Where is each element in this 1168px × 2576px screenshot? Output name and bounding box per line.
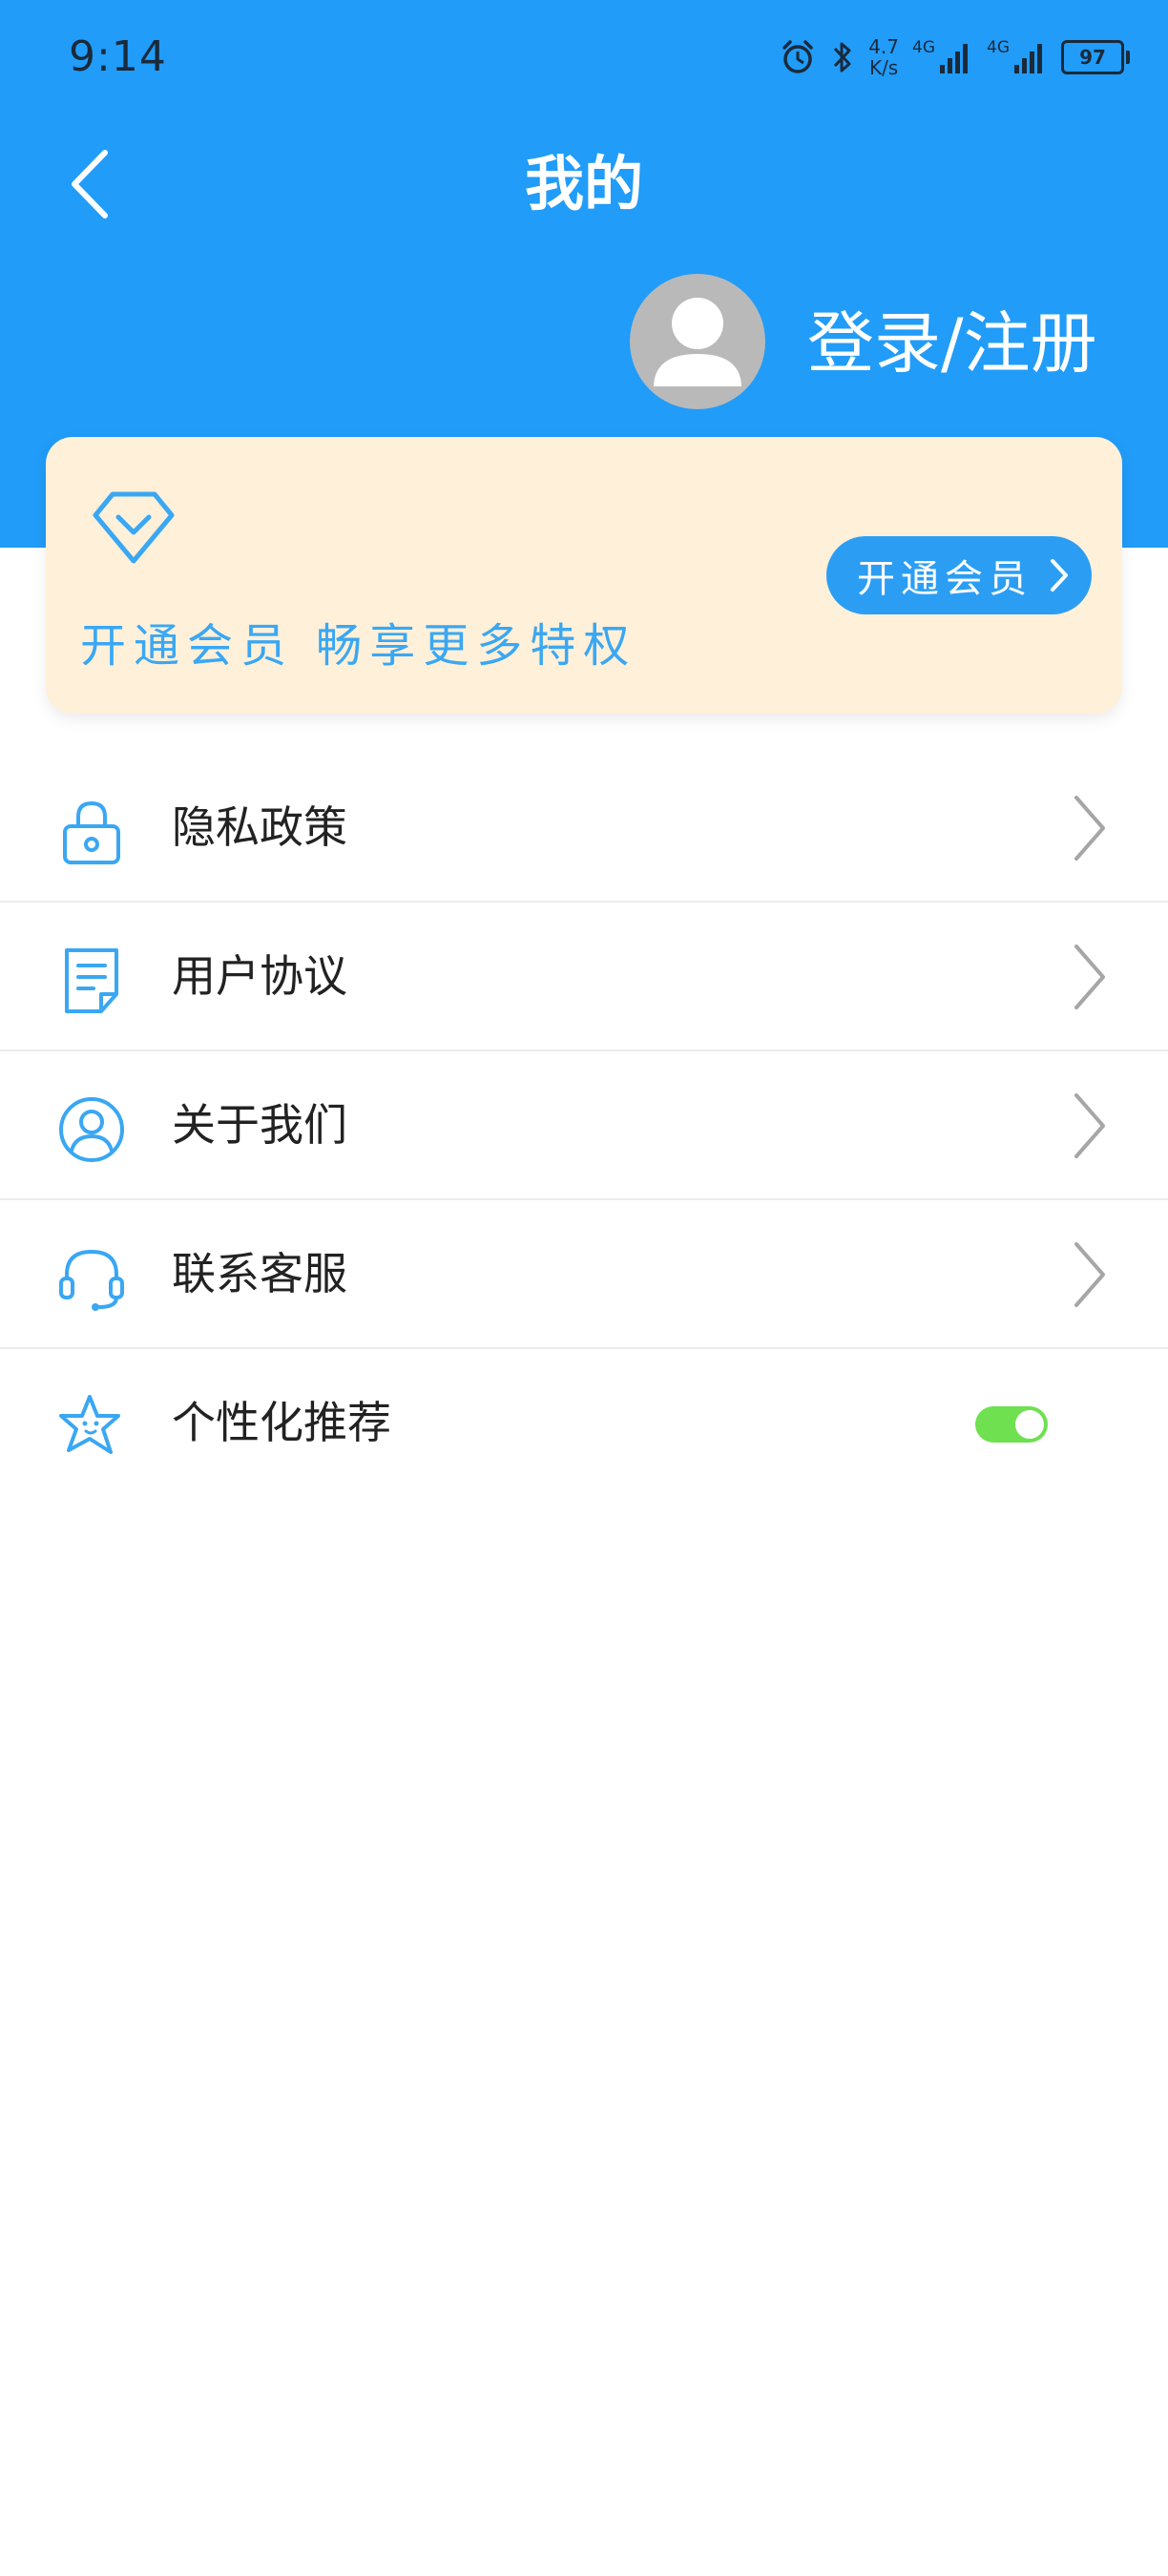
settings-menu: 隐私政策 用户协议 关于我们 联系客服 个性化推荐 bbox=[0, 754, 1168, 1498]
menu-item-privacy-policy[interactable]: 隐私政策 bbox=[0, 754, 1168, 903]
menu-item-label: 隐私政策 bbox=[172, 801, 347, 853]
chevron-right-icon bbox=[1051, 559, 1068, 592]
member-tagline: 开通会员 畅享更多特权 bbox=[80, 619, 637, 673]
chevron-right-icon bbox=[1074, 1093, 1105, 1158]
avatar[interactable] bbox=[630, 274, 765, 409]
open-membership-button[interactable]: 开通会员 bbox=[826, 536, 1092, 614]
signal-sim1: 4G bbox=[912, 38, 973, 76]
battery-level: 97 bbox=[1079, 46, 1106, 69]
menu-item-about-us[interactable]: 关于我们 bbox=[0, 1051, 1168, 1200]
star-icon bbox=[59, 1395, 120, 1454]
document-icon bbox=[65, 948, 118, 1013]
member-card: 开通会员 畅享更多特权 开通会员 bbox=[46, 437, 1122, 714]
user-circle-icon bbox=[59, 1097, 124, 1162]
battery-icon: 97 bbox=[1061, 40, 1130, 74]
user-silhouette-icon bbox=[654, 298, 741, 386]
alarm-icon bbox=[782, 40, 813, 73]
signal-bars-icon bbox=[940, 44, 968, 73]
diamond-icon bbox=[93, 491, 175, 564]
menu-item-label: 联系客服 bbox=[172, 1248, 347, 1299]
lock-icon bbox=[63, 800, 120, 864]
signal-sim1-tag: 4G bbox=[912, 38, 935, 57]
chevron-right-icon bbox=[1074, 945, 1105, 1009]
login-register-link[interactable]: 登录/注册 bbox=[807, 298, 1097, 389]
menu-item-personalized-recommendation: 个性化推荐 bbox=[0, 1349, 1168, 1498]
signal-bars-icon bbox=[1014, 44, 1042, 73]
status-icons: 4.7 K/s 4G 4G 97 bbox=[779, 31, 1130, 84]
network-speed-unit: K/s bbox=[868, 56, 899, 79]
menu-item-label: 关于我们 bbox=[172, 1099, 347, 1151]
bluetooth-icon bbox=[834, 42, 851, 73]
signal-sim2-tag: 4G bbox=[987, 38, 1010, 57]
open-membership-label: 开通会员 bbox=[857, 557, 1032, 601]
menu-item-user-agreement[interactable]: 用户协议 bbox=[0, 903, 1168, 1051]
network-speed-value: 4.7 bbox=[868, 35, 899, 58]
network-speed: 4.7 K/s bbox=[868, 36, 899, 78]
chevron-right-icon bbox=[1074, 796, 1105, 861]
page-title: 我的 bbox=[524, 149, 643, 218]
menu-item-label: 用户协议 bbox=[172, 950, 347, 1002]
toggle-knob bbox=[1015, 1410, 1044, 1439]
headset-icon bbox=[59, 1249, 124, 1311]
chevron-right-icon bbox=[1074, 1242, 1105, 1307]
menu-item-label: 个性化推荐 bbox=[172, 1397, 391, 1448]
personalized-recommendation-toggle[interactable] bbox=[975, 1406, 1048, 1443]
status-bar: 9:14 4.7 K/s 4G 4G 97 bbox=[0, 0, 1168, 114]
signal-sim2: 4G bbox=[987, 38, 1048, 76]
status-time: 9:14 bbox=[69, 32, 167, 81]
menu-item-customer-service[interactable]: 联系客服 bbox=[0, 1200, 1168, 1349]
